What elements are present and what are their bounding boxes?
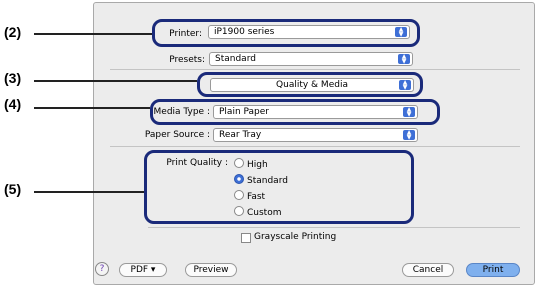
marker-3: (3) bbox=[4, 70, 22, 86]
paper-source-label: Paper Source : bbox=[144, 130, 210, 140]
preview-button[interactable]: Preview bbox=[185, 263, 237, 277]
grayscale-checkbox[interactable] bbox=[241, 233, 251, 243]
pdf-button[interactable]: PDF ▾ bbox=[119, 263, 167, 277]
callout-box-5 bbox=[144, 150, 414, 224]
marker-2: (2) bbox=[4, 24, 22, 40]
cancel-button[interactable]: Cancel bbox=[402, 263, 454, 277]
leader-line-5 bbox=[34, 191, 144, 193]
separator bbox=[148, 227, 520, 228]
separator bbox=[110, 146, 520, 147]
presets-label: Presets: bbox=[169, 55, 205, 65]
callout-box-4 bbox=[150, 99, 440, 125]
marker-4: (4) bbox=[4, 96, 22, 112]
leader-line-4 bbox=[34, 107, 150, 109]
presets-value: Standard bbox=[215, 54, 256, 64]
leader-line-3 bbox=[34, 80, 197, 82]
callout-box-2 bbox=[152, 19, 420, 47]
leader-line-2 bbox=[34, 33, 154, 35]
callout-box-3 bbox=[197, 72, 423, 97]
marker-5: (5) bbox=[4, 181, 22, 197]
grayscale-label: Grayscale Printing bbox=[254, 232, 337, 242]
paper-source-select[interactable]: Rear Tray ▲ ▼ bbox=[213, 128, 418, 142]
print-button[interactable]: Print bbox=[466, 263, 520, 277]
help-button[interactable]: ? bbox=[95, 262, 109, 276]
updown-arrows-icon: ▲ ▼ bbox=[403, 130, 415, 141]
paper-source-value: Rear Tray bbox=[219, 130, 262, 140]
presets-select[interactable]: Standard ▲ ▼ bbox=[209, 52, 413, 66]
updown-arrows-icon: ▲ ▼ bbox=[398, 54, 410, 65]
separator bbox=[110, 69, 520, 70]
